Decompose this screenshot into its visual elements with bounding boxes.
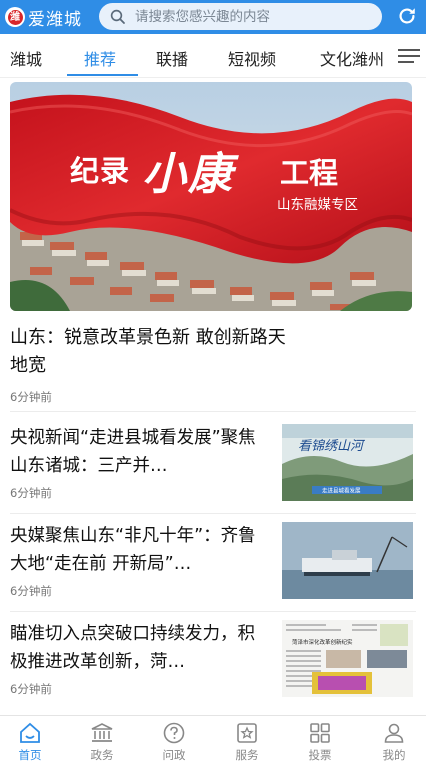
article-time: 6分钟前 bbox=[10, 584, 52, 598]
nav-service[interactable]: 服务 bbox=[217, 718, 277, 764]
nav-government[interactable]: 政务 bbox=[72, 718, 132, 764]
thumbnail-image: 菏泽市深化改革创新纪实 bbox=[282, 620, 413, 697]
tab-recommend[interactable]: 推荐 bbox=[84, 46, 116, 70]
nav-vote[interactable]: 投票 bbox=[290, 718, 350, 764]
tab-short-video[interactable]: 短视频 bbox=[228, 46, 276, 70]
service-star-icon bbox=[237, 723, 257, 743]
tab-broadcast[interactable]: 联播 bbox=[156, 46, 188, 70]
thumbnail-caption: 看锦绣山河 bbox=[298, 439, 366, 454]
article-time: 6分钟前 bbox=[10, 486, 52, 500]
hero-subtitle: 山东融媒专区 bbox=[277, 197, 358, 213]
search-bar[interactable] bbox=[99, 3, 382, 30]
home-icon bbox=[20, 722, 40, 743]
thumbnail-image bbox=[282, 522, 413, 599]
top-bar: 潍 爱潍城 bbox=[0, 0, 426, 34]
search-input[interactable] bbox=[135, 8, 375, 25]
hero-banner[interactable]: 纪录 小康 工程 山东融媒专区 bbox=[10, 82, 412, 311]
nav-home[interactable]: 首页 bbox=[0, 718, 60, 764]
article-thumbnail[interactable]: 看锦绣山河 走进县城看发展 bbox=[282, 424, 413, 501]
app-logo[interactable]: 潍 爱潍城 bbox=[5, 5, 100, 30]
nav-profile[interactable]: 我的 bbox=[364, 718, 424, 764]
logo-badge-icon: 潍 bbox=[5, 7, 25, 27]
nav-inquiry[interactable]: 问政 bbox=[144, 718, 204, 764]
lead-article-title[interactable]: 山东：锐意改革景色新 敢创新路天地宽 bbox=[10, 324, 300, 380]
article-thumbnail[interactable]: 菏泽市深化改革创新纪实 bbox=[282, 620, 413, 697]
tab-weicheng[interactable]: 潍城 bbox=[10, 46, 42, 70]
list-item[interactable]: 央媒聚焦山东“非凡十年”：齐鲁大地“走在前 开新局”… 6分钟前 bbox=[0, 522, 426, 620]
list-item[interactable]: 瞄准切入点突破口持续发力，积极推进改革创新，菏… 6分钟前 菏泽市深化改革创新纪… bbox=[0, 620, 426, 718]
search-icon bbox=[110, 9, 125, 24]
tab-culture-weizhou[interactable]: 文化潍州 bbox=[320, 46, 384, 70]
article-title[interactable]: 瞄准切入点突破口持续发力，积极推进改革创新，菏… bbox=[10, 620, 272, 676]
user-icon bbox=[384, 723, 404, 743]
vote-grid-icon bbox=[310, 723, 330, 743]
article-time: 6分钟前 bbox=[10, 682, 52, 696]
question-icon bbox=[163, 722, 185, 744]
list-item[interactable]: 央视新闻“走进县城看发展”聚焦山东诸城：三产并… 6分钟前 看锦绣山河 走进县城… bbox=[0, 424, 426, 522]
bottom-nav: 首页 政务 问政 服务 投票 我的 bbox=[0, 715, 426, 765]
article-title[interactable]: 央媒聚焦山东“非凡十年”：齐鲁大地“走在前 开新局”… bbox=[10, 522, 272, 578]
active-tab-indicator bbox=[67, 74, 138, 76]
divider bbox=[10, 411, 416, 412]
article-thumbnail[interactable] bbox=[282, 522, 413, 599]
menu-icon[interactable] bbox=[398, 48, 420, 64]
app-name: 爱潍城 bbox=[28, 9, 82, 30]
divider bbox=[10, 513, 416, 514]
divider bbox=[10, 611, 416, 612]
government-building-icon bbox=[91, 723, 113, 742]
thumbnail-image: 看锦绣山河 走进县城看发展 bbox=[282, 424, 413, 501]
thumbnail-banner: 走进县城看发展 bbox=[322, 487, 361, 495]
lead-article-time: 6分钟前 bbox=[10, 390, 52, 404]
thumbnail-headline: 菏泽市深化改革创新纪实 bbox=[292, 638, 353, 646]
refresh-icon[interactable] bbox=[396, 5, 418, 27]
article-title[interactable]: 央视新闻“走进县城看发展”聚焦山东诸城：三产并… bbox=[10, 424, 272, 480]
category-tabs: 潍城 推荐 联播 短视频 文化潍州 bbox=[0, 34, 426, 78]
